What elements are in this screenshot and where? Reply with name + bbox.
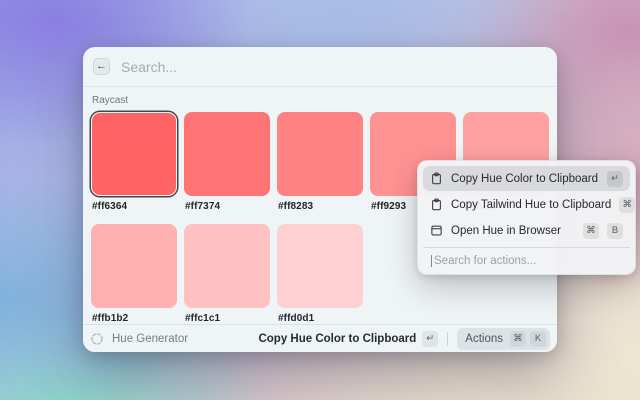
color-swatch[interactable] bbox=[277, 112, 363, 196]
swatch-hex-label: #ffc1c1 bbox=[185, 313, 270, 324]
color-swatch-cell[interactable]: #ffb1b2 bbox=[91, 224, 177, 324]
menu-item-label: Copy Tailwind Hue to Clipboard bbox=[451, 199, 611, 211]
b-key-badge: B bbox=[607, 223, 623, 239]
command-key-badge: ⌘ bbox=[583, 223, 599, 239]
color-swatch[interactable] bbox=[91, 112, 177, 196]
command-key-badge: ⌘ bbox=[510, 331, 526, 347]
status-bar: Hue Generator Copy Hue Color to Clipboar… bbox=[83, 324, 557, 352]
hue-generator-spinner-icon bbox=[90, 332, 104, 346]
footer-actions: Copy Hue Color to Clipboard ↵ Actions ⌘ … bbox=[258, 328, 550, 350]
browser-window-icon bbox=[430, 224, 443, 237]
color-swatch-cell[interactable]: #ff7374 bbox=[184, 112, 270, 212]
actions-popup-menu: Copy Hue Color to Clipboard ↵ Copy Tailw… bbox=[417, 160, 636, 275]
extension-info: Hue Generator bbox=[90, 332, 250, 346]
color-swatch-cell[interactable]: #ff6364 bbox=[91, 112, 177, 212]
color-swatch-cell[interactable]: #ffc1c1 bbox=[184, 224, 270, 324]
actions-search-placeholder: Search for actions... bbox=[434, 255, 536, 267]
back-arrow-icon: ← bbox=[96, 61, 107, 72]
back-button[interactable]: ← bbox=[93, 58, 110, 75]
swatch-hex-label: #ff7374 bbox=[185, 201, 270, 212]
menu-item-copy-tailwind-hue[interactable]: Copy Tailwind Hue to Clipboard ⌘ ↵ bbox=[423, 192, 630, 217]
menu-item-copy-hue-color[interactable]: Copy Hue Color to Clipboard ↵ bbox=[423, 166, 630, 191]
footer-divider bbox=[447, 332, 448, 346]
color-swatch-cell[interactable]: #ffd0d1 bbox=[277, 224, 363, 324]
swatch-hex-label: #ff8283 bbox=[278, 201, 363, 212]
search-input[interactable]: Search... bbox=[121, 59, 177, 75]
return-key-badge: ↵ bbox=[607, 171, 623, 187]
actions-menu-button[interactable]: Actions ⌘ K bbox=[457, 328, 550, 350]
color-swatch[interactable] bbox=[91, 224, 177, 308]
swatch-hex-label: #ff6364 bbox=[92, 201, 177, 212]
search-header: ← Search... bbox=[83, 47, 557, 87]
actions-search-input[interactable]: Search for actions... bbox=[423, 247, 630, 274]
primary-action-button[interactable]: Copy Hue Color to Clipboard bbox=[258, 333, 416, 345]
return-key-badge: ↵ bbox=[422, 331, 438, 347]
color-swatch[interactable] bbox=[277, 224, 363, 308]
menu-item-label: Open Hue in Browser bbox=[451, 225, 575, 237]
k-key-badge: K bbox=[530, 331, 546, 347]
extension-name: Hue Generator bbox=[112, 333, 188, 345]
actions-label: Actions bbox=[465, 333, 503, 345]
text-caret bbox=[431, 255, 432, 267]
color-swatch-cell[interactable]: #ff8283 bbox=[277, 112, 363, 212]
menu-item-label: Copy Hue Color to Clipboard bbox=[451, 173, 599, 185]
clipboard-icon bbox=[430, 172, 443, 185]
swatch-hex-label: #ffd0d1 bbox=[278, 313, 363, 324]
section-label: Raycast bbox=[92, 95, 549, 106]
command-key-badge: ⌘ bbox=[619, 197, 635, 213]
swatch-hex-label: #ffb1b2 bbox=[92, 313, 177, 324]
desktop-background: { "window": { "search": { "placeholder":… bbox=[0, 0, 640, 400]
color-swatch[interactable] bbox=[184, 112, 270, 196]
color-swatch[interactable] bbox=[184, 224, 270, 308]
menu-item-open-in-browser[interactable]: Open Hue in Browser ⌘ B bbox=[423, 218, 630, 243]
clipboard-icon bbox=[430, 198, 443, 211]
